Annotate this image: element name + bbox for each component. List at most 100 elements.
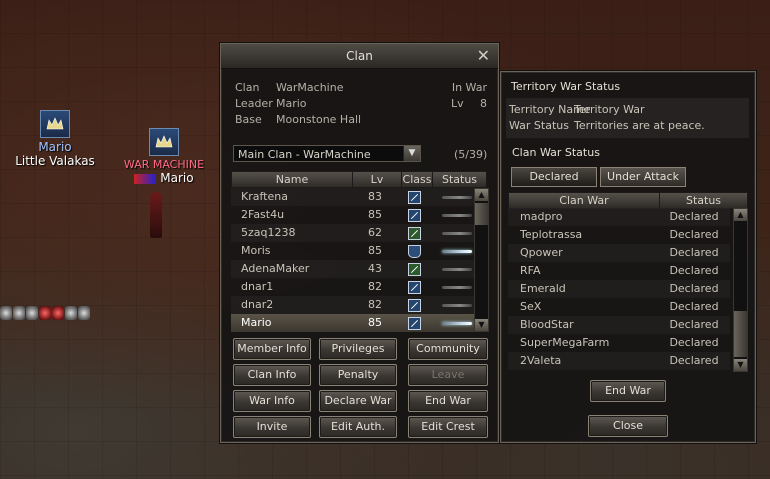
player-nameplate-war-machine[interactable]: WAR MACHINE Mario [116, 128, 212, 185]
level-value: 8 [480, 97, 487, 110]
col-name[interactable]: Name [232, 172, 353, 187]
privileges-button[interactable]: Privileges [319, 338, 397, 360]
scroll-up-icon[interactable]: ▲ [734, 209, 747, 221]
class-icon-wrap [399, 188, 429, 206]
member-name: dnar2 [241, 298, 274, 311]
scroll-down-icon[interactable]: ▼ [475, 319, 488, 331]
invite-button[interactable]: Invite [233, 416, 311, 438]
war-row[interactable]: Qpower Declared [508, 244, 730, 262]
war-row[interactable]: SuperMegaFarm Declared [508, 334, 730, 352]
war-clan-name: Qpower [520, 246, 563, 259]
member-name: Kraftena [241, 190, 288, 203]
war-row[interactable]: Teplotrassa Declared [508, 226, 730, 244]
territory-war-window: Territory War Status Territory Name Terr… [500, 71, 756, 443]
war-status: Declared [669, 246, 719, 259]
war-clan-name: SuperMegaFarm [520, 336, 610, 349]
war-row[interactable]: RFA Declared [508, 262, 730, 280]
member-row[interactable]: dnar1 82 [231, 278, 485, 296]
scroll-up-icon[interactable]: ▲ [475, 189, 488, 201]
character-model[interactable] [150, 192, 162, 238]
col-war-status[interactable]: Status [660, 193, 747, 208]
base-value: Moonstone Hall [276, 113, 362, 126]
member-info-button[interactable]: Member Info [233, 338, 311, 360]
edit-auth-button[interactable]: Edit Auth. [319, 416, 397, 438]
col-lv[interactable]: Lv [353, 172, 402, 187]
clan-crest-icon [40, 110, 70, 138]
war-clan-name: Emerald [520, 282, 566, 295]
member-count: (5/39) [454, 148, 488, 161]
member-row[interactable]: dnar2 82 [231, 296, 485, 314]
scroll-thumb[interactable] [734, 311, 747, 357]
clan-flag-icon [134, 173, 157, 184]
offline-status-icon [442, 195, 472, 199]
buff-icons [0, 306, 90, 320]
war-row[interactable]: BloodStar Declared [508, 316, 730, 334]
member-level: 83 [368, 190, 382, 203]
clan-window: Clan ✕ Clan WarMachine In War Leader Mar… [220, 43, 499, 443]
war-row[interactable]: madpro Declared [508, 208, 730, 226]
col-status[interactable]: Status [433, 172, 486, 187]
member-level: 85 [368, 208, 382, 221]
base-label: Base [235, 113, 262, 126]
close-icon[interactable]: ✕ [477, 47, 490, 65]
community-button[interactable]: Community [408, 338, 488, 360]
scroll-thumb[interactable] [475, 203, 488, 225]
war-clan-name: Teplotrassa [520, 228, 583, 241]
clan-window-title: Clan [221, 44, 498, 69]
member-row[interactable]: Moris 85 [231, 242, 485, 260]
col-class[interactable]: Class [402, 172, 433, 187]
clan-unit-select[interactable]: Main Clan - WarMachine ▼ [233, 145, 421, 162]
end-war-button[interactable]: End War [408, 390, 488, 412]
class-icon [407, 298, 421, 312]
player-name: Mario [116, 171, 212, 185]
tab-declared[interactable]: Declared [511, 167, 597, 187]
clan-war-status-heading: Clan War Status [512, 146, 600, 159]
clan-crest-icon [149, 128, 179, 156]
war-row[interactable]: Emerald Declared [508, 280, 730, 298]
end-war-button[interactable]: End War [590, 380, 666, 402]
col-clan-war[interactable]: Clan War [509, 193, 660, 208]
class-icon [407, 226, 421, 240]
war-status: Declared [669, 336, 719, 349]
clan-info-panel: Clan WarMachine In War Leader Mario Lv 8… [231, 80, 491, 128]
leader-label: Leader [235, 97, 273, 110]
member-name: Mario [241, 316, 272, 329]
player-title: Little Valakas [15, 154, 95, 168]
member-row[interactable]: Mario 85 [231, 314, 485, 332]
war-list-scrollbar[interactable]: ▲ ▼ [733, 208, 748, 372]
territory-window-title: Territory War Status [511, 80, 621, 93]
close-button[interactable]: Close [588, 415, 668, 437]
member-level: 62 [368, 226, 382, 239]
leave-button[interactable]: Leave [408, 364, 488, 386]
offline-status-icon [442, 303, 472, 307]
member-level: 43 [368, 262, 382, 275]
edit-crest-button[interactable]: Edit Crest [408, 416, 488, 438]
war-row[interactable]: 2Valeta Declared [508, 352, 730, 370]
penalty-button[interactable]: Penalty [319, 364, 397, 386]
war-status: Declared [669, 210, 719, 223]
war-status-label: War Status [509, 119, 569, 132]
member-list: Kraftena 83 2Fast4u 85 5zaq1238 62 Moris 85 Aden… [231, 188, 485, 332]
declare-war-button[interactable]: Declare War [319, 390, 397, 412]
offline-status-icon [442, 231, 472, 235]
member-list-scrollbar[interactable]: ▲ ▼ [474, 188, 489, 332]
war-status-value: Territories are at peace. [574, 119, 705, 132]
player-clan-name: WAR MACHINE [123, 158, 205, 171]
chevron-down-icon[interactable]: ▼ [403, 146, 420, 161]
war-status: Declared [669, 264, 719, 277]
war-clan-name: SeX [520, 300, 542, 313]
player-nameplate-mario[interactable]: Mario Little Valakas [14, 110, 96, 168]
territory-info-box: Territory Name Territory War War Status … [506, 98, 749, 138]
war-info-button[interactable]: War Info [233, 390, 311, 412]
scroll-down-icon[interactable]: ▼ [734, 359, 747, 371]
war-clan-name: 2Valeta [520, 354, 562, 367]
class-icon [407, 244, 421, 258]
tab-under-attack[interactable]: Under Attack [600, 167, 686, 187]
member-row[interactable]: AdenaMaker 43 [231, 260, 485, 278]
member-row[interactable]: 2Fast4u 85 [231, 206, 485, 224]
clan-info-button[interactable]: Clan Info [233, 364, 311, 386]
war-row[interactable]: SeX Declared [508, 298, 730, 316]
class-icon [407, 280, 421, 294]
member-row[interactable]: Kraftena 83 [231, 188, 485, 206]
member-row[interactable]: 5zaq1238 62 [231, 224, 485, 242]
